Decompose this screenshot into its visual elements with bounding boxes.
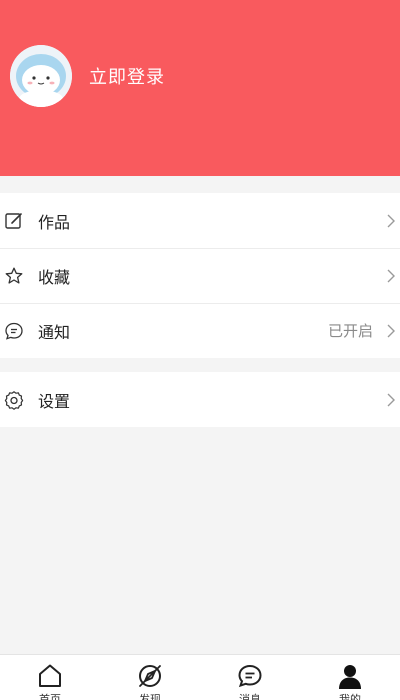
chevron-right-icon [386, 392, 396, 408]
menu-item-favorites[interactable]: 收藏 [0, 248, 400, 303]
user-icon [337, 663, 363, 689]
profile-screen: 立即登录 作品 收藏 通知 已开启 设置 首页 发现 消息 我的 [0, 0, 400, 700]
menu-item-label: 设置 [38, 391, 71, 411]
chevron-right-icon [386, 213, 396, 229]
tab-profile[interactable]: 我的 [300, 655, 400, 700]
tab-home[interactable]: 首页 [0, 655, 100, 700]
chevron-right-icon [386, 268, 396, 284]
menu-item-label: 作品 [38, 212, 71, 232]
tab-label: 首页 [39, 693, 61, 700]
menu-item-label: 收藏 [38, 267, 71, 287]
profile-header: 立即登录 [0, 0, 400, 176]
menu-item-works[interactable]: 作品 [0, 193, 400, 248]
menu-item-notifications[interactable]: 通知 已开启 [0, 303, 400, 358]
menu-group-settings: 设置 [0, 372, 400, 427]
cartoon-avatar-icon [10, 45, 72, 107]
avatar[interactable] [10, 45, 72, 107]
login-link[interactable]: 立即登录 [89, 63, 165, 89]
edit-icon [4, 211, 24, 231]
tab-messages[interactable]: 消息 [200, 655, 300, 700]
bottom-tab-bar: 首页 发现 消息 我的 [0, 654, 400, 700]
menu-item-label: 通知 [38, 322, 71, 342]
home-icon [37, 663, 63, 689]
chat-icon [237, 663, 263, 689]
compass-icon [137, 663, 163, 689]
tab-label: 消息 [239, 693, 261, 700]
notification-status: 已开启 [327, 322, 373, 340]
tab-label: 发现 [139, 693, 161, 700]
tab-discover[interactable]: 发现 [100, 655, 200, 700]
star-icon [4, 266, 24, 286]
menu-group-primary: 作品 收藏 通知 已开启 [0, 193, 400, 358]
gear-icon [4, 390, 24, 410]
tab-label: 我的 [339, 693, 361, 700]
menu-item-settings[interactable]: 设置 [0, 372, 400, 427]
chevron-right-icon [386, 323, 396, 339]
message-icon [4, 321, 24, 341]
